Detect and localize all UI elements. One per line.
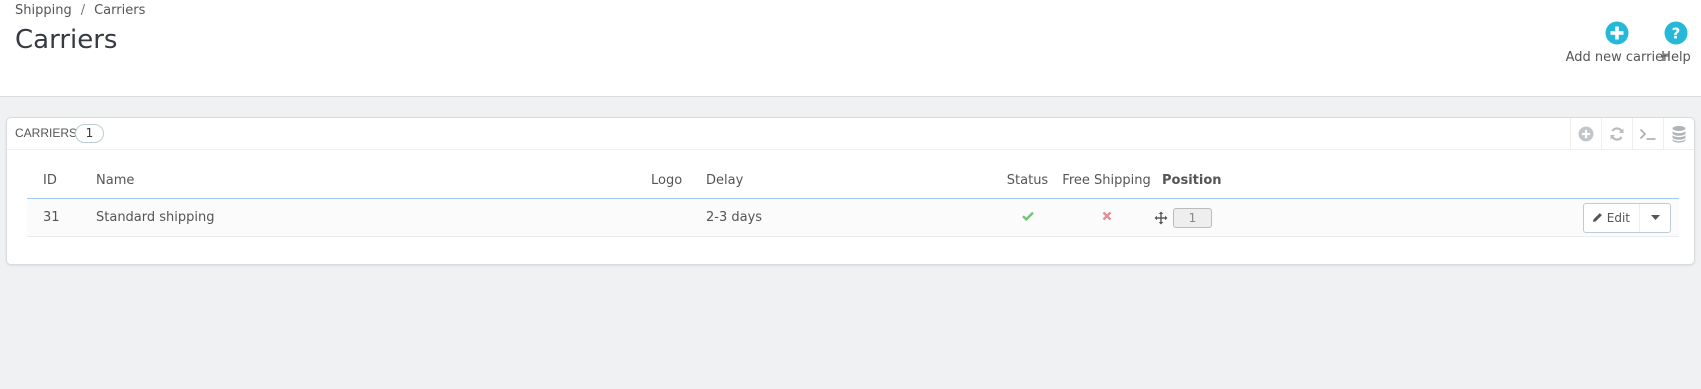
cell-delay[interactable]: 2-3 days (706, 198, 994, 237)
cell-name[interactable]: Standard shipping (96, 198, 651, 237)
column-header-delay[interactable]: Delay (706, 162, 994, 199)
page-header: Shipping / Carriers Carriers Add new carri… (0, 0, 1701, 97)
cell-position: 1 (1152, 198, 1322, 237)
breadcrumb-separator: / (80, 3, 86, 18)
table-row[interactable]: 31 Standard shipping 2-3 days 1 Edit (27, 198, 1679, 237)
drag-move-icon[interactable] (1154, 211, 1168, 225)
cross-icon[interactable] (1102, 211, 1112, 221)
column-header-actions (1322, 162, 1679, 199)
carriers-table: ID Name Logo Delay Status Free Shipping … (27, 162, 1679, 237)
add-new-carrier-label: Add new carrier (1565, 50, 1669, 65)
panel-actions (1570, 118, 1694, 149)
cell-id[interactable]: 31 (27, 198, 96, 237)
edit-button[interactable]: Edit (1584, 203, 1640, 232)
column-header-position[interactable]: Position (1152, 162, 1322, 199)
carrier-count-badge: 1 (75, 124, 104, 143)
refresh-icon (1610, 126, 1624, 141)
column-header-free-shipping[interactable]: Free Shipping (1061, 162, 1152, 199)
breadcrumb: Shipping / Carriers (15, 3, 145, 18)
row-actions-button-group: Edit (1582, 202, 1671, 233)
carriers-panel: Carriers 1 (6, 117, 1695, 265)
sql-query-action[interactable] (1632, 118, 1663, 149)
add-carrier-action[interactable] (1570, 118, 1601, 149)
refresh-list-action[interactable] (1601, 118, 1632, 149)
database-export-icon (1672, 125, 1686, 142)
panel-heading: Carriers 1 (7, 118, 1694, 150)
edit-button-label: Edit (1606, 210, 1630, 225)
svg-text:?: ? (1672, 25, 1681, 43)
plus-circle-icon (1605, 21, 1629, 45)
add-icon (1578, 126, 1594, 141)
panel-title: Carriers (15, 126, 78, 140)
pencil-icon (1592, 213, 1602, 222)
sql-terminal-icon (1639, 128, 1656, 140)
position-value: 1 (1173, 207, 1212, 228)
cell-actions: Edit (1322, 198, 1679, 237)
cell-logo (651, 198, 706, 237)
export-sql-action[interactable] (1663, 118, 1694, 149)
help-label: Help (1661, 50, 1691, 65)
help-button[interactable]: ? Help (1658, 21, 1694, 65)
column-header-status[interactable]: Status (994, 162, 1061, 199)
column-header-logo: Logo (651, 162, 706, 199)
cell-free-shipping (1061, 198, 1152, 237)
position-control: 1 (1152, 207, 1322, 228)
breadcrumb-parent-link[interactable]: Shipping (15, 3, 72, 18)
breadcrumb-current: Carriers (94, 3, 146, 18)
actions-dropdown-toggle[interactable] (1640, 204, 1670, 232)
column-header-id[interactable]: ID (27, 162, 96, 199)
check-icon[interactable] (1021, 211, 1034, 222)
question-circle-icon: ? (1664, 21, 1688, 45)
caret-down-icon (1650, 215, 1660, 220)
column-header-name[interactable]: Name (96, 162, 651, 199)
table-header-row: ID Name Logo Delay Status Free Shipping … (27, 162, 1679, 199)
cell-status (994, 198, 1061, 237)
page-title: Carriers (15, 25, 118, 55)
